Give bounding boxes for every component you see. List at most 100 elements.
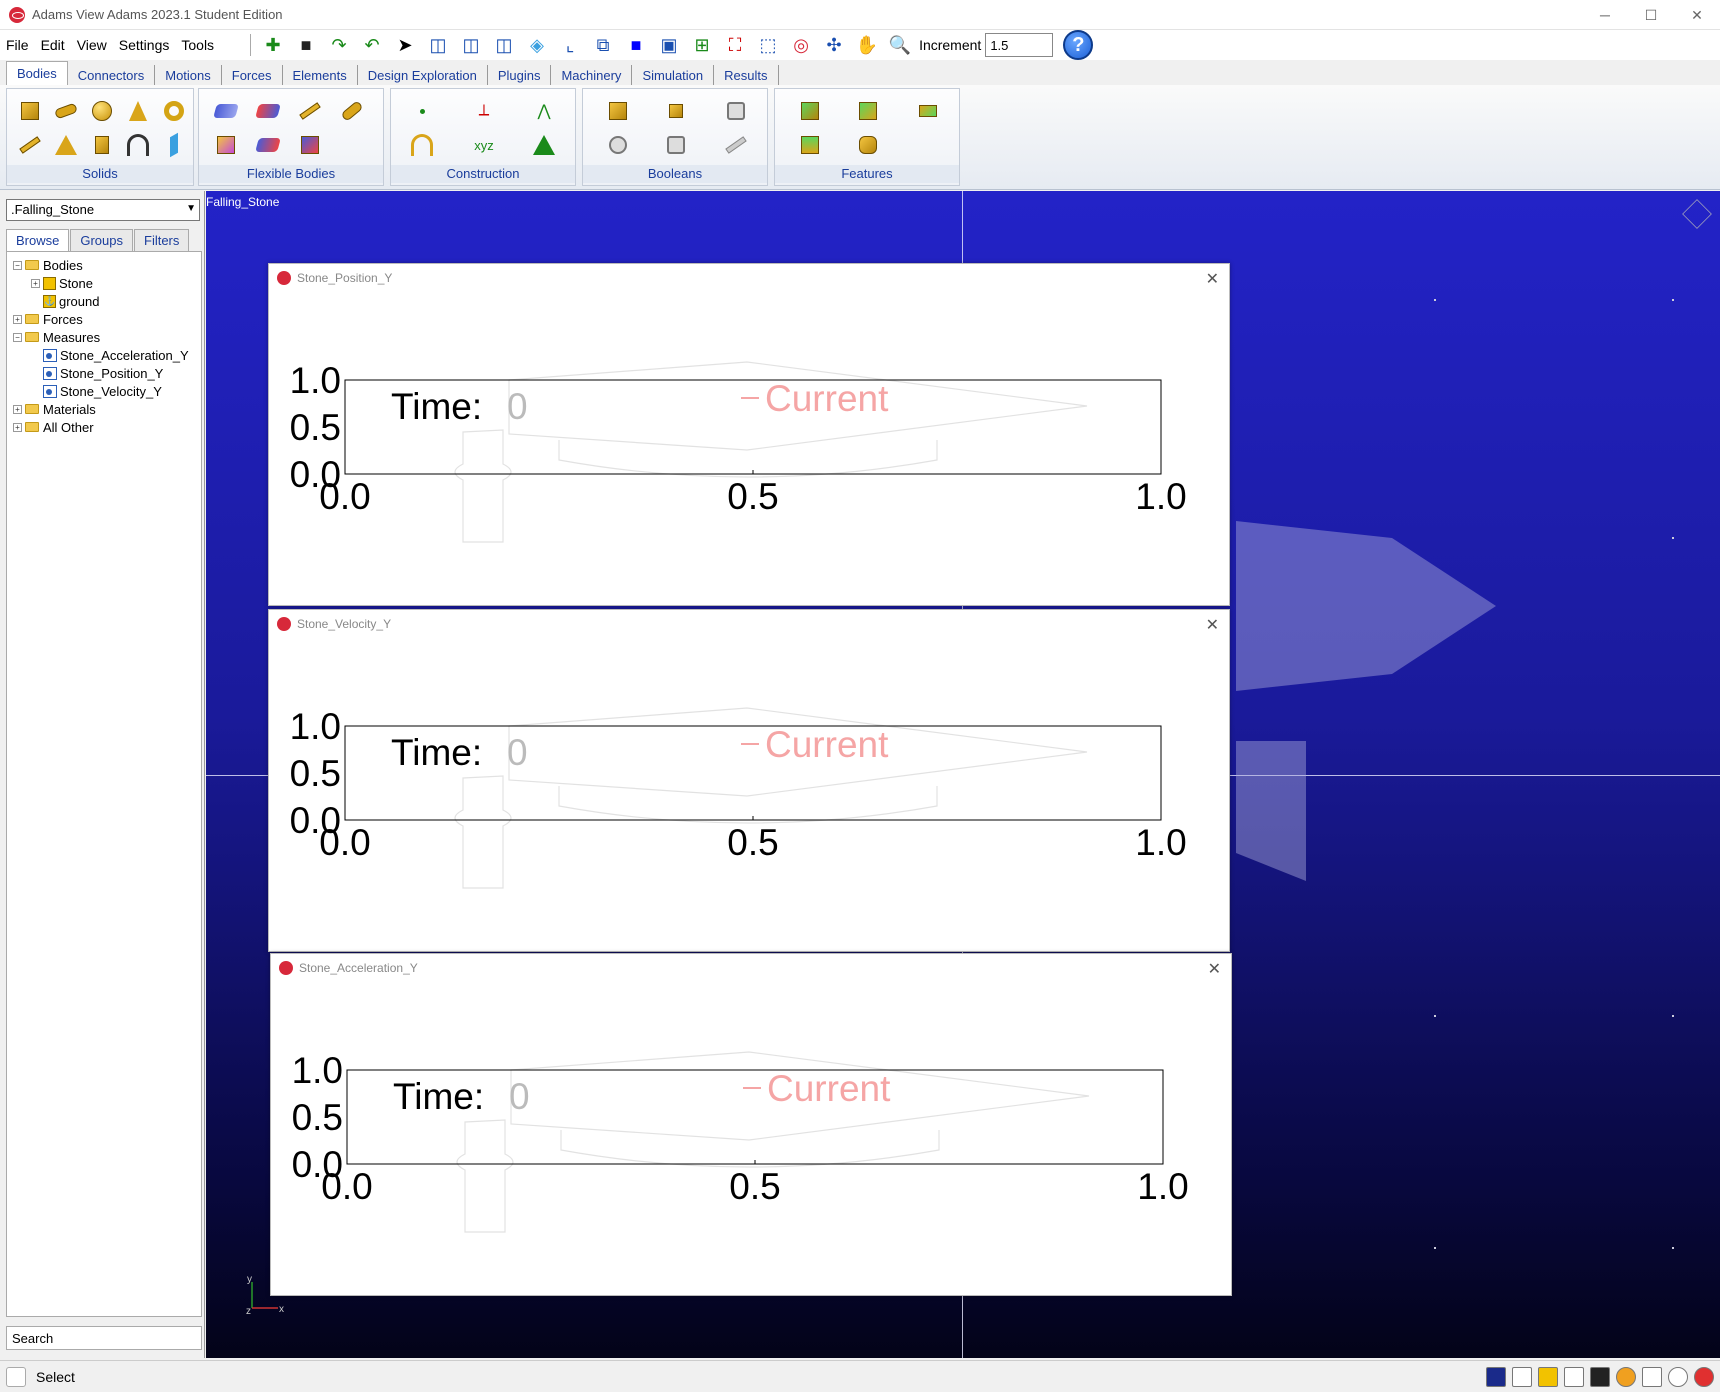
marker-icon[interactable]: ⟂ — [471, 98, 497, 124]
model-select[interactable]: .Falling_Stone ▼ — [6, 199, 200, 221]
view-right-icon[interactable]: ◫ — [489, 32, 519, 58]
collapse-icon[interactable]: − — [13, 332, 22, 342]
render-icon[interactable] — [1590, 1367, 1610, 1387]
select-mode-icon[interactable] — [6, 1366, 26, 1387]
boss-icon[interactable] — [797, 132, 823, 158]
plot-icon[interactable] — [1512, 1367, 1532, 1387]
minimize-button[interactable]: ─ — [1582, 0, 1628, 30]
expand-icon[interactable]: + — [13, 404, 22, 414]
revolution-icon[interactable] — [125, 132, 151, 158]
browser-search-input[interactable]: Search — [6, 1326, 202, 1350]
globe-icon[interactable] — [1616, 1367, 1636, 1387]
boolean-split-icon[interactable] — [663, 132, 689, 158]
color-select-icon[interactable]: ■ — [621, 32, 651, 58]
plate-icon[interactable] — [53, 132, 79, 158]
flex-edit-icon[interactable] — [297, 132, 323, 158]
tree-item-measure[interactable]: Stone_Velocity_Y — [7, 382, 201, 400]
menu-settings[interactable]: Settings — [113, 37, 176, 53]
select-pointer-icon[interactable]: ➤ — [390, 32, 420, 58]
info-icon[interactable] — [1668, 1367, 1688, 1387]
tab-forces[interactable]: Forces — [222, 65, 283, 85]
expand-icon[interactable]: + — [13, 422, 22, 432]
fillet-icon[interactable] — [855, 98, 881, 124]
redo-icon[interactable]: ↷ — [324, 32, 354, 58]
zoom-fit-all-icon[interactable]: ⛶ — [720, 32, 750, 58]
boolean-chain-icon[interactable] — [723, 132, 749, 158]
plane-icon[interactable] — [161, 132, 187, 158]
background-color-icon[interactable] — [1486, 1367, 1506, 1387]
zoom-box-icon[interactable]: ⬚ — [753, 32, 783, 58]
menu-edit[interactable]: Edit — [35, 37, 71, 53]
fit-view-icon[interactable]: ⊞ — [687, 32, 717, 58]
view-front-icon[interactable]: ◫ — [423, 32, 453, 58]
tree-item-forces[interactable]: + Forces — [7, 310, 201, 328]
part-color-icon[interactable] — [1538, 1367, 1558, 1387]
expand-icon[interactable]: + — [31, 278, 40, 288]
extrusion-icon[interactable] — [89, 132, 115, 158]
increment-field[interactable] — [985, 33, 1054, 57]
menu-tools[interactable]: Tools — [175, 37, 220, 53]
link-icon[interactable] — [17, 132, 43, 158]
pan-hand-icon[interactable]: ✋ — [852, 32, 882, 58]
boolean-intersect-icon[interactable] — [723, 98, 749, 124]
tab-connectors[interactable]: Connectors — [68, 65, 156, 85]
chamfer-icon[interactable] — [797, 98, 823, 124]
point-icon[interactable] — [409, 98, 435, 124]
close-button[interactable]: ✕ — [1674, 0, 1720, 30]
triad-icon[interactable] — [1642, 1367, 1662, 1387]
rotate-icon[interactable]: ✣ — [819, 32, 849, 58]
tab-plugins[interactable]: Plugins — [488, 65, 552, 85]
boolean-union-icon[interactable] — [605, 98, 631, 124]
cylinder-icon[interactable] — [53, 98, 79, 124]
tree-item-measures[interactable]: − Measures — [7, 328, 201, 346]
toggle-icons-icon[interactable]: ▣ — [654, 32, 684, 58]
menu-file[interactable]: File — [0, 37, 35, 53]
zoom-icon[interactable]: 🔍 — [885, 32, 915, 58]
tab-design-exploration[interactable]: Design Exploration — [358, 65, 488, 85]
maximize-button[interactable]: ☐ — [1628, 0, 1674, 30]
menu-view[interactable]: View — [71, 37, 113, 53]
flex-body-icon[interactable] — [213, 98, 239, 124]
plot-window[interactable]: Stone_Acceleration_Y ✕ 0.0 0.5 1.0 0.0 0.5 1.0 T… — [270, 953, 1232, 1296]
boolean-merge-icon[interactable] — [663, 98, 689, 124]
arc-icon[interactable] — [409, 132, 435, 158]
torus-icon[interactable] — [161, 98, 187, 124]
sphere-icon[interactable] — [89, 98, 115, 124]
tab-elements[interactable]: Elements — [283, 65, 358, 85]
tab-motions[interactable]: Motions — [155, 65, 222, 85]
stop-icon[interactable] — [1694, 1367, 1714, 1387]
tab-filters[interactable]: Filters — [134, 229, 190, 251]
tree-item-bodies[interactable]: − Bodies — [7, 256, 201, 274]
polyline-icon[interactable]: ⋀ — [531, 98, 557, 124]
view-iso-icon[interactable]: ◈ — [522, 32, 552, 58]
flex-convert-icon[interactable] — [255, 98, 281, 124]
tab-simulation[interactable]: Simulation — [632, 65, 715, 85]
tab-bodies[interactable]: Bodies — [6, 61, 68, 85]
flex-beam-icon[interactable] — [297, 98, 323, 124]
collapse-icon[interactable]: − — [13, 260, 22, 270]
help-icon[interactable]: ? — [1063, 30, 1094, 60]
view-top-icon[interactable]: ◫ — [456, 32, 486, 58]
tab-browse[interactable]: Browse — [6, 229, 70, 251]
plot-window[interactable]: Stone_Velocity_Y ✕ 0.0 0.5 1.0 0.0 0.5 1.0 Time:… — [268, 609, 1230, 952]
tree-item-ground[interactable]: ⚓ ground — [7, 292, 201, 310]
plot-window[interactable]: Stone_Position_Y ✕ 0.0 0.5 1.0 0.0 0.5 1.0 Time:… — [268, 263, 1230, 606]
undo-icon[interactable]: ↶ — [357, 32, 387, 58]
hole-icon[interactable] — [915, 98, 941, 124]
tree-item-materials[interactable]: + Materials — [7, 400, 201, 418]
tab-results[interactable]: Results — [714, 65, 779, 85]
frustum-icon[interactable] — [125, 98, 151, 124]
spline-xyz-icon[interactable]: xyz — [471, 132, 497, 158]
center-icon[interactable]: ◎ — [786, 32, 816, 58]
new-model-icon[interactable]: ✚ — [258, 32, 288, 58]
render-mode-icon[interactable]: ⧉ — [588, 32, 618, 58]
tree-item-measure[interactable]: Stone_Acceleration_Y — [7, 346, 201, 364]
flex-swap-icon[interactable] — [213, 132, 239, 158]
tab-machinery[interactable]: Machinery — [551, 65, 633, 85]
boolean-cut-icon[interactable] — [605, 132, 631, 158]
view-cube-icon[interactable] — [1682, 199, 1712, 229]
flex-transfer-icon[interactable] — [255, 132, 281, 158]
tree-item-all-other[interactable]: + All Other — [7, 418, 201, 436]
save-icon[interactable]: ■ — [291, 32, 321, 58]
working-grid-icon[interactable]: ⌞ — [555, 32, 585, 58]
